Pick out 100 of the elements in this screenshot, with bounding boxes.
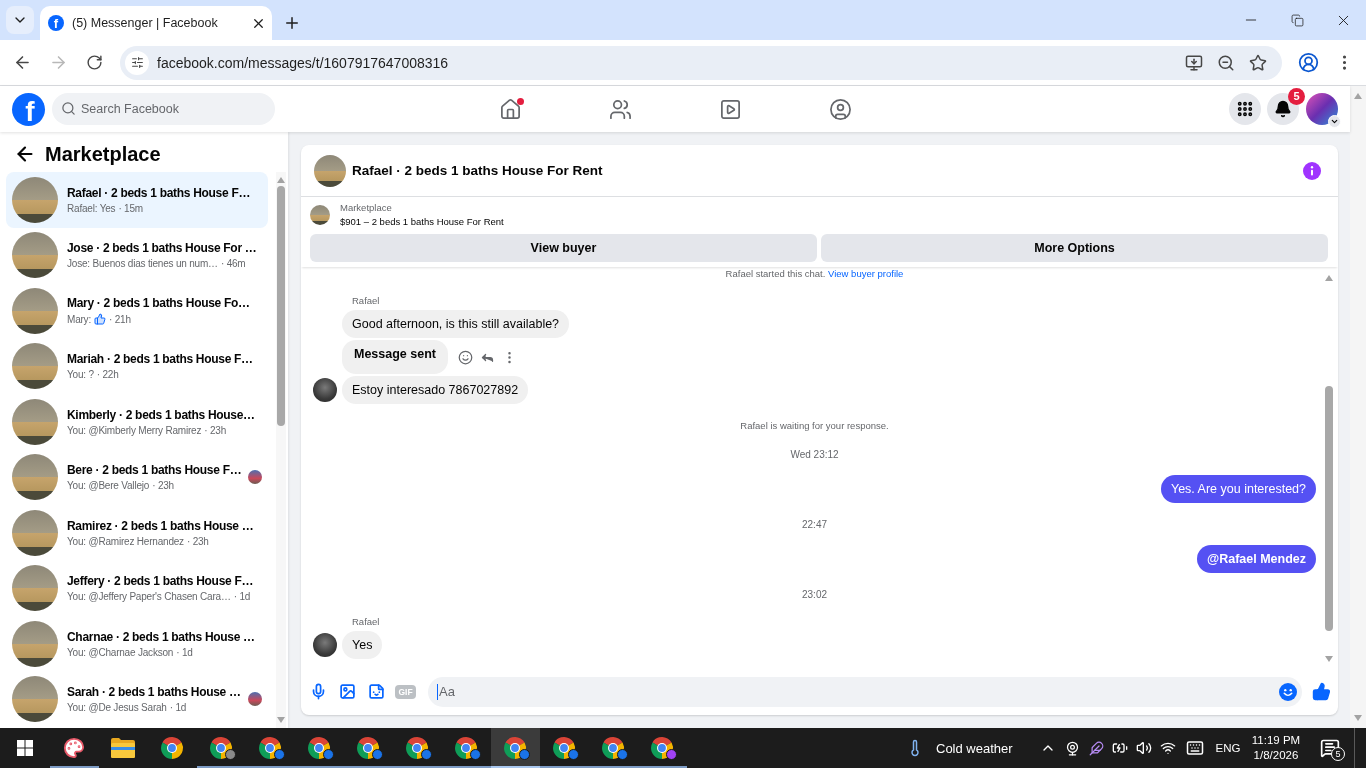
- message-time: · 23h: [186, 535, 209, 547]
- sender-name: Rafael: [352, 294, 380, 308]
- photo-placeholder: [12, 676, 58, 723]
- chat-list-item[interactable]: Bere · 2 beds 1 baths House F… You: @Bere Vallejo · 23h: [6, 449, 268, 505]
- microphone-icon[interactable]: [310, 683, 327, 700]
- message-bubble: Yes. Are you interested?: [1160, 475, 1316, 503]
- message-preview: Mary:: [67, 313, 91, 325]
- grid-icon: [1236, 100, 1254, 118]
- scrollbar-thumb[interactable]: [1325, 386, 1333, 631]
- info-icon[interactable]: [1303, 161, 1321, 180]
- photo-placeholder: [12, 565, 58, 612]
- listing-title: $901 – 2 beds 1 baths House For Rent: [340, 216, 504, 228]
- menu-button[interactable]: [1229, 93, 1261, 125]
- chat-list-item[interactable]: Ramirez · 2 beds 1 baths House … You: @Ramirez Hernandez · 23h: [6, 505, 268, 561]
- tab-search-button[interactable]: [6, 6, 34, 34]
- profile-link[interactable]: View buyer profile: [828, 268, 904, 279]
- photo-placeholder: [12, 343, 58, 390]
- search-field[interactable]: Search Facebook: [52, 93, 275, 125]
- chat-list-item[interactable]: Sarah · 2 beds 1 baths House … You: @De Jesus Sarah · 1d: [6, 671, 268, 727]
- photo-placeholder: [12, 287, 58, 334]
- message-bubble: Yes: [342, 631, 383, 659]
- listing-source: Marketplace: [340, 202, 393, 214]
- message-input[interactable]: Aa: [428, 676, 1302, 707]
- chat-list-item[interactable]: Jeffery · 2 beds 1 baths House F… You: @Jeffery Paper's Chasen Cara… · 1d: [6, 560, 268, 616]
- notifications-button[interactable]: [1267, 93, 1299, 125]
- message-preview: You: @Kimberly Merry Ramirez: [67, 424, 202, 436]
- keyboard-icon[interactable]: [1186, 739, 1204, 757]
- browser-tab[interactable]: f (5) Messenger | Facebook: [40, 6, 272, 40]
- message-preview: You: @Jeffery Paper's Chasen Cara…: [67, 591, 231, 603]
- address-bar[interactable]: facebook.com/messages/t/1607917647008316: [120, 45, 1282, 80]
- chat-name: Ramirez · 2 beds 1 baths House …: [67, 518, 255, 533]
- wifi-icon[interactable]: [1160, 740, 1176, 756]
- action-button[interactable]: View buyer: [310, 234, 817, 262]
- webcam-icon[interactable]: [1064, 740, 1080, 756]
- message-time: · 23h: [152, 480, 174, 492]
- message-time: · 22h: [96, 369, 119, 381]
- status-notice: Rafael is waiting for your response.: [740, 419, 889, 433]
- photo-placeholder: [12, 176, 58, 223]
- favicon: f: [48, 15, 64, 31]
- chat-name: Sarah · 2 beds 1 baths House …: [67, 685, 239, 700]
- message-bubble: Message sent: [342, 340, 448, 374]
- chat-list-item[interactable]: Mary · 2 beds 1 baths House Fo… Mary: · 21h: [6, 283, 268, 339]
- logo[interactable]: f: [12, 92, 45, 126]
- star-icon[interactable]: [1249, 53, 1267, 72]
- chat-list-item[interactable]: Jose · 2 beds 1 baths House For … Jose: Buenos dias tienes un num… · 46m: [6, 227, 268, 283]
- site-info-button[interactable]: [125, 50, 149, 75]
- message-preview: Jose: Buenos dias tienes un num…: [67, 258, 218, 270]
- new-tab-icon[interactable]: [283, 14, 301, 32]
- message-bubble: Good afternoon, is this still available?: [342, 310, 570, 338]
- action-button[interactable]: More Options: [821, 234, 1328, 262]
- chat-list-item[interactable]: Kimberly · 2 beds 1 baths House… You: @Kimberly Merry Ramirez · 23h: [6, 394, 268, 450]
- message-bubble: @Rafael Mendez: [1196, 545, 1316, 573]
- message-time: · 23h: [204, 424, 226, 436]
- weather-button[interactable]: Cold weather: [900, 728, 1036, 768]
- clock-time[interactable]: 11:19 PM: [1251, 733, 1301, 748]
- thumbs-up-icon[interactable]: [1311, 682, 1331, 701]
- smile-icon[interactable]: [458, 349, 473, 365]
- photo-icon[interactable]: [339, 683, 356, 700]
- message-time: · 1d: [176, 646, 193, 658]
- install-icon[interactable]: [1185, 53, 1203, 72]
- chat-name: Mary · 2 beds 1 baths House Fo…: [67, 296, 251, 311]
- battery-icon[interactable]: [1112, 740, 1128, 756]
- chat-name: Mariah · 2 beds 1 baths House F…: [67, 352, 254, 367]
- chat-list-item[interactable]: Charnae · 2 beds 1 baths House … You: @Charnae Jackson · 1d: [6, 616, 268, 672]
- chat-list-item[interactable]: Rafael · 2 beds 1 baths House F… Rafael: Yes · 15m: [6, 172, 268, 228]
- profile-photo[interactable]: [1306, 93, 1338, 125]
- zoom-out-icon[interactable]: [1217, 53, 1235, 72]
- photo-placeholder: [310, 205, 330, 225]
- sliders-icon: [130, 56, 144, 69]
- speaker-icon[interactable]: [1136, 740, 1152, 756]
- notification-icon[interactable]: [1320, 738, 1340, 758]
- chevron-down-icon[interactable]: [1328, 115, 1341, 128]
- message-preview: You: @De Jesus Sarah: [67, 702, 167, 714]
- restore-icon[interactable]: [1290, 13, 1304, 27]
- sidebar-title: Marketplace: [45, 142, 161, 166]
- sticker-icon[interactable]: [368, 683, 385, 700]
- timestamp: 23:02: [802, 588, 827, 602]
- message-time: · 1d: [169, 702, 187, 714]
- home-icon: [498, 97, 522, 121]
- message-time: · 15m: [118, 202, 143, 214]
- reload-icon[interactable]: [85, 54, 103, 71]
- language-indicator[interactable]: ENG: [1210, 742, 1246, 754]
- video-icon: [718, 97, 742, 121]
- taskbar-app-button[interactable]: [490, 728, 540, 768]
- message-time: · 1d: [233, 591, 251, 603]
- scrollbar-thumb[interactable]: [277, 186, 285, 426]
- clock-date[interactable]: 1/8/2026: [1253, 748, 1299, 763]
- photo-placeholder: [314, 154, 346, 187]
- chat-name: Charnae · 2 beds 1 baths House …: [67, 629, 256, 644]
- photo-placeholder: [12, 232, 58, 279]
- chat-name: Jeffery · 2 beds 1 baths House F…: [67, 574, 255, 589]
- chat-title: Rafael · 2 beds 1 baths House For Rent: [352, 163, 603, 178]
- chat-name: Rafael · 2 beds 1 baths House F…: [67, 185, 252, 200]
- chat-intro: Rafael started this chat. View buyer profile: [725, 267, 904, 281]
- emoji-icon[interactable]: [1279, 682, 1297, 701]
- feather-icon[interactable]: [1088, 740, 1104, 756]
- message-preview: You: ?: [67, 369, 94, 381]
- start-icon[interactable]: [16, 740, 33, 756]
- chat-list-item[interactable]: Mariah · 2 beds 1 baths House F… You: ? · 22h: [6, 338, 268, 394]
- profile-icon[interactable]: [1297, 52, 1319, 73]
